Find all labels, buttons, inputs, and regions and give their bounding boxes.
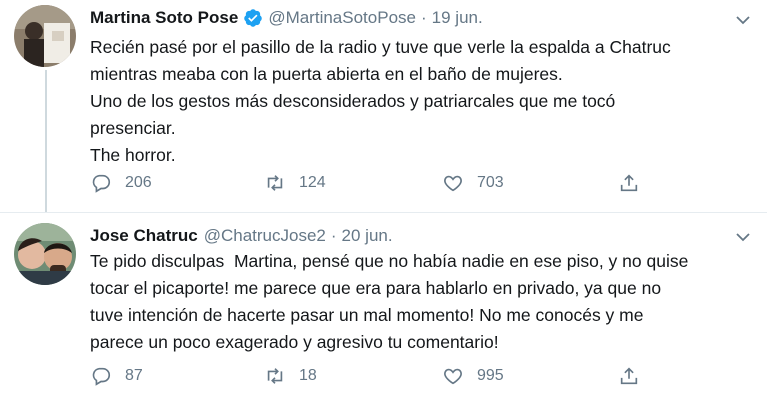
retweet-count: 18 [299, 367, 317, 384]
tweet-text: Recién pasé por el pasillo de la radio y… [90, 37, 671, 165]
tweet-actions: 206 124 703 [90, 172, 650, 198]
like-button[interactable]: 703 [442, 172, 504, 194]
retweet-icon [267, 368, 283, 384]
avatar-martina[interactable] [14, 5, 76, 67]
avatar-jose[interactable] [14, 223, 76, 285]
like-count: 703 [477, 174, 504, 191]
tweet-jose[interactable]: Jose Chatruc @ChatrucJose2 · 20 jun. Te … [0, 213, 767, 402]
reply-icon [92, 367, 111, 386]
tweet-date[interactable]: 19 jun. [432, 8, 483, 28]
chevron-down-icon[interactable] [735, 12, 751, 28]
thread-line [45, 70, 47, 212]
tweet-actions: 87 18 995 [90, 365, 650, 391]
share-icon [620, 367, 638, 385]
tweet-martina[interactable]: Martina Soto Pose @MartinaSotoPose · 19 … [0, 0, 767, 212]
reply-button[interactable]: 206 [90, 172, 152, 194]
tweet-date[interactable]: 20 jun. [342, 226, 393, 246]
share-icon [620, 174, 638, 192]
retweet-icon [267, 175, 283, 191]
verified-badge-icon [243, 8, 263, 28]
separator-dot: · [420, 8, 427, 27]
author-handle[interactable]: @ChatrucJose2 [204, 226, 326, 246]
heart-icon [444, 368, 462, 385]
retweet-button[interactable]: 124 [264, 172, 326, 194]
share-button[interactable] [618, 365, 640, 387]
heart-icon [444, 175, 462, 192]
author-name[interactable]: Martina Soto Pose [90, 8, 238, 28]
tweet-header: Jose Chatruc @ChatrucJose2 · 20 jun. [90, 226, 393, 246]
like-button[interactable]: 995 [442, 365, 504, 387]
reply-button[interactable]: 87 [90, 365, 143, 387]
tweet-header: Martina Soto Pose @MartinaSotoPose · 19 … [90, 8, 483, 28]
chevron-down-icon[interactable] [735, 229, 751, 245]
reply-icon [92, 174, 111, 193]
tweet-text: Te pido disculpas Martina, pensé que no … [90, 251, 689, 352]
like-count: 995 [477, 367, 504, 384]
retweet-count: 124 [299, 174, 326, 191]
author-name[interactable]: Jose Chatruc [90, 226, 198, 246]
author-handle[interactable]: @MartinaSotoPose [268, 8, 416, 28]
reply-count: 206 [125, 174, 152, 191]
retweet-button[interactable]: 18 [264, 365, 317, 387]
separator-dot: · [330, 226, 337, 245]
reply-count: 87 [125, 367, 143, 384]
share-button[interactable] [618, 172, 640, 194]
